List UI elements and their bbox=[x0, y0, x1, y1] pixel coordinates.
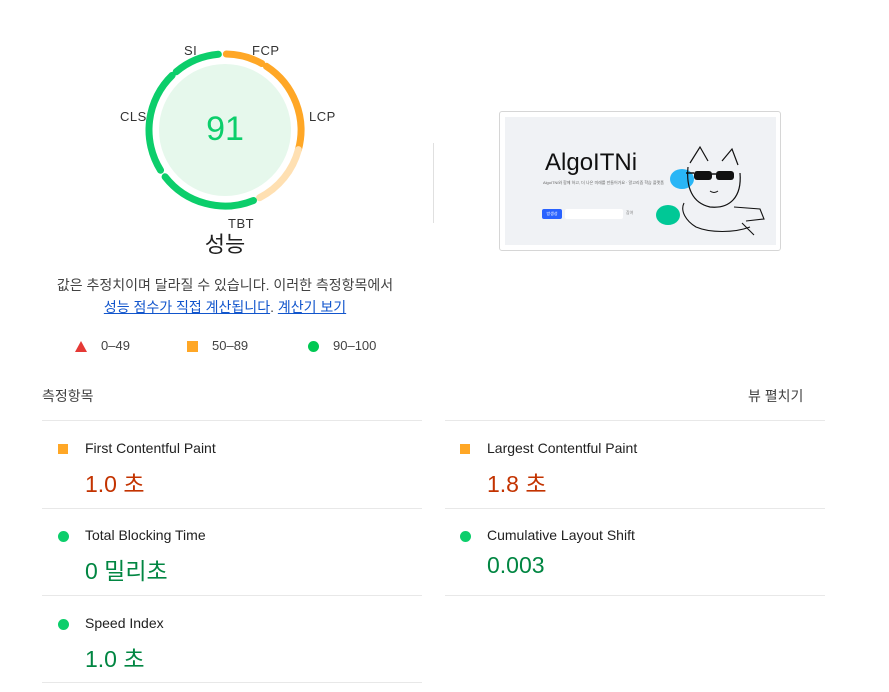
legend-average-label: 50–89 bbox=[212, 338, 249, 353]
average-square-icon bbox=[187, 341, 198, 353]
legend-pass: 90–100 bbox=[308, 338, 376, 353]
screenshot-canvas: AlgoITNi AlgoITNi와 함께 하고, 더 나은 미래를 만들어가요… bbox=[505, 117, 776, 245]
metric-fcp-value: 1.0 초 bbox=[85, 471, 145, 497]
score-calc-link[interactable]: 성능 점수가 직접 계산됩니다 bbox=[104, 299, 270, 315]
metric-cls-label: Cumulative Layout Shift bbox=[487, 527, 635, 543]
legend-fail: 0–49 bbox=[75, 338, 130, 353]
calculator-link[interactable]: 계산기 보기 bbox=[278, 299, 346, 315]
metric-si-label: Speed Index bbox=[85, 615, 164, 631]
row-divider bbox=[445, 420, 825, 421]
gauge-label-lcp: LCP bbox=[309, 109, 336, 124]
expand-view-toggle[interactable]: 뷰 펼치기 bbox=[748, 386, 803, 406]
pass-circle-icon bbox=[460, 531, 471, 542]
score-note: 값은 추정치이며 달라질 수 있습니다. 이러한 측정항목에서 성능 점수가 직… bbox=[20, 274, 430, 318]
screenshot-button: 방생성 bbox=[542, 209, 562, 219]
metric-lcp-value: 1.8 초 bbox=[487, 471, 547, 497]
average-square-icon bbox=[58, 444, 68, 454]
final-screenshot[interactable]: AlgoITNi AlgoITNi와 함께 하고, 더 나은 미래를 만들어가요… bbox=[499, 111, 781, 251]
gauge-label-fcp: FCP bbox=[252, 43, 280, 58]
cat-illustration-icon bbox=[656, 145, 765, 236]
row-divider bbox=[42, 595, 422, 596]
row-divider bbox=[445, 595, 825, 596]
vertical-divider bbox=[433, 143, 434, 223]
gauge-label-cls: CLS bbox=[120, 109, 147, 124]
metric-tbt-label: Total Blocking Time bbox=[85, 527, 206, 543]
metric-cls-value: 0.003 bbox=[487, 552, 545, 578]
metric-tbt-value: 0 밀리초 bbox=[85, 558, 168, 584]
row-divider bbox=[42, 420, 422, 421]
screenshot-subtitle: AlgoITNi와 함께 하고, 더 나은 미래를 만들어가요 · 알고리즘 학… bbox=[543, 180, 664, 185]
screenshot-input bbox=[565, 209, 623, 219]
row-divider bbox=[42, 508, 422, 509]
metric-fcp-label: First Contentful Paint bbox=[85, 440, 216, 456]
note-separator: . bbox=[270, 299, 278, 315]
metrics-heading: 측정항목 bbox=[42, 388, 94, 404]
metric-lcp-label: Largest Contentful Paint bbox=[487, 440, 638, 456]
metric-si-value: 1.0 초 bbox=[85, 646, 145, 672]
screenshot-title: AlgoITNi bbox=[545, 149, 638, 176]
pass-circle-icon bbox=[58, 531, 69, 542]
row-divider bbox=[445, 508, 825, 509]
gauge-label-si: SI bbox=[184, 43, 198, 58]
screenshot-link: 참여 bbox=[626, 210, 634, 215]
pass-circle-icon bbox=[58, 619, 69, 630]
note-text: 값은 추정치이며 달라질 수 있습니다. 이러한 측정항목에서 bbox=[56, 277, 394, 293]
legend-pass-label: 90–100 bbox=[333, 338, 377, 353]
average-square-icon bbox=[460, 444, 470, 454]
legend-average: 50–89 bbox=[187, 338, 248, 353]
fail-triangle-icon bbox=[75, 341, 87, 353]
pass-circle-icon bbox=[308, 341, 319, 353]
row-divider bbox=[42, 682, 422, 683]
score-title: 성능 bbox=[204, 232, 246, 257]
legend-fail-label: 0–49 bbox=[101, 338, 130, 353]
score-value: 91 bbox=[206, 110, 244, 148]
